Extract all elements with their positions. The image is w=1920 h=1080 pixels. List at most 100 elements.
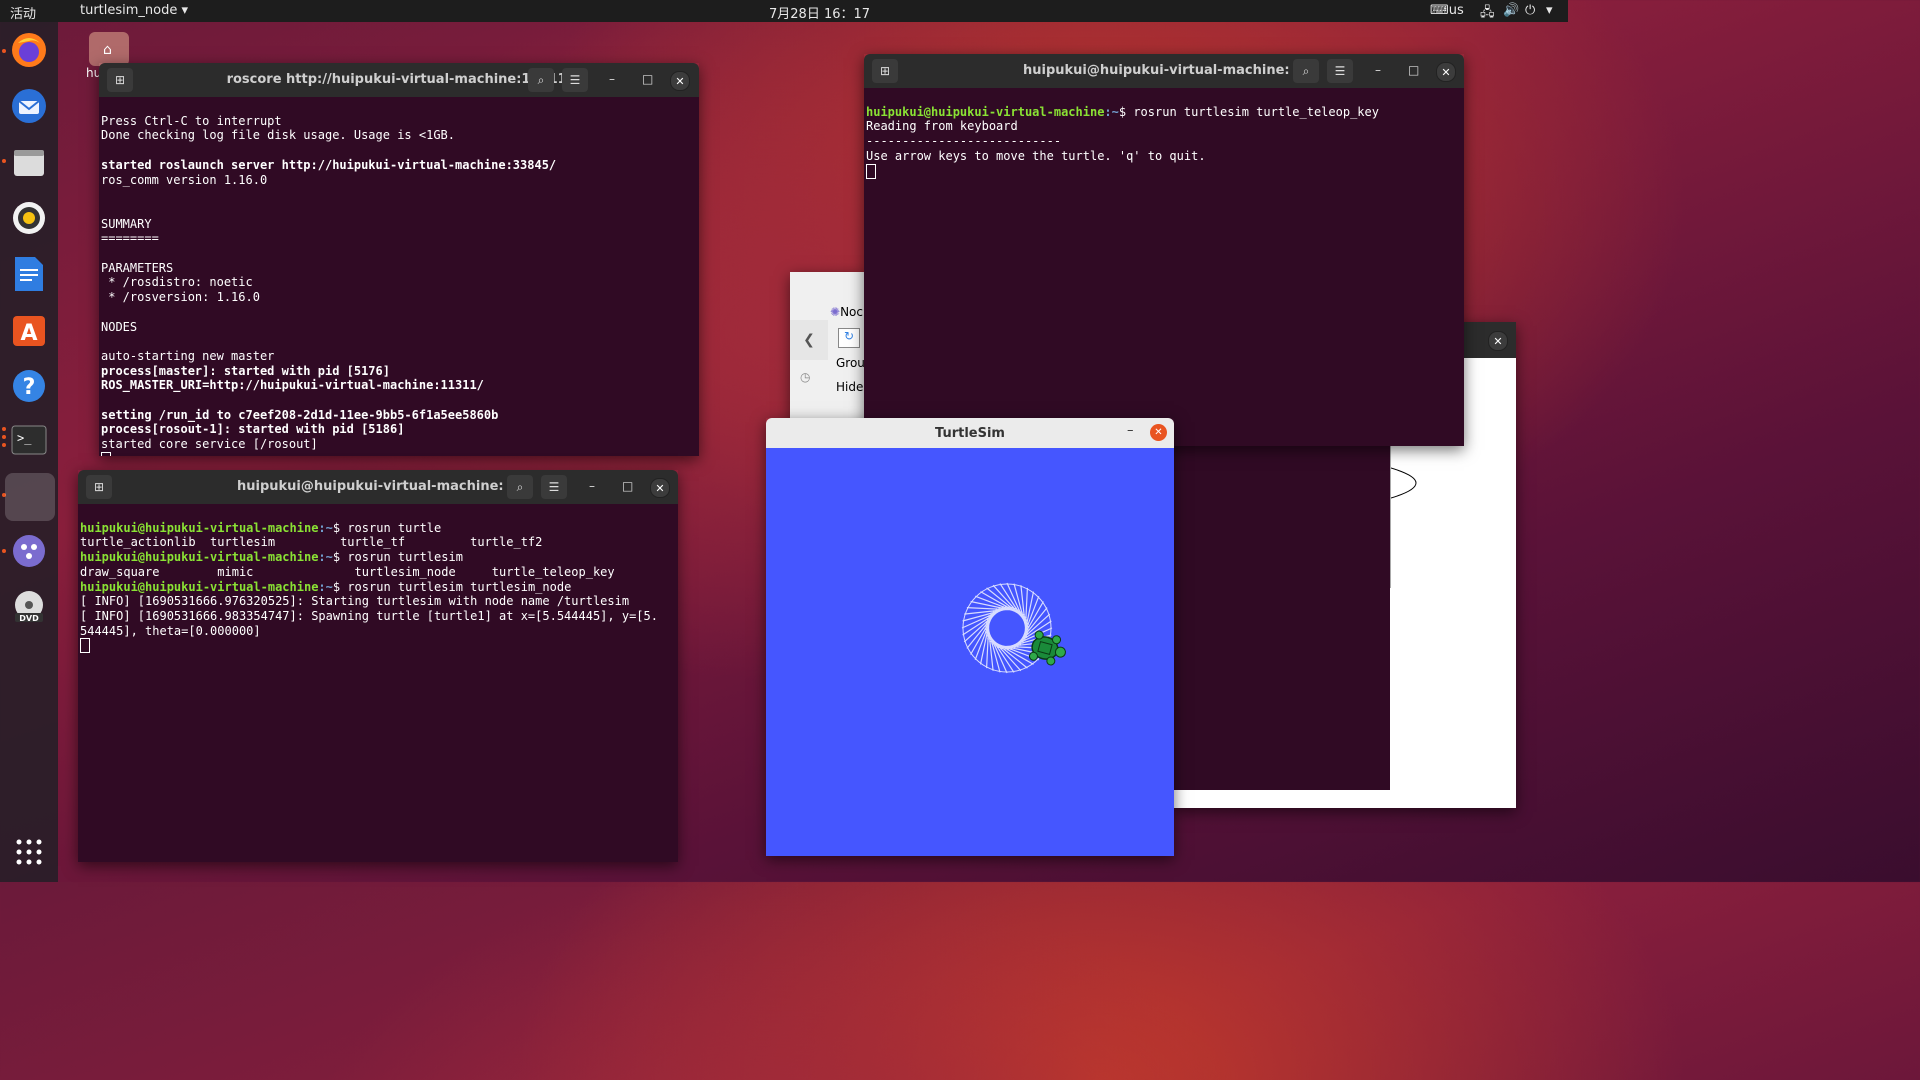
running-indicator	[2, 549, 6, 553]
output-line: [ INFO] [1690531666.976320525]: Starting…	[80, 594, 630, 609]
output-line: [ INFO] [1690531666.983354747]: Spawning…	[80, 608, 658, 623]
turtlesim-canvas	[766, 448, 1174, 856]
output-line: SUMMARY	[101, 216, 152, 231]
text-cursor	[866, 163, 876, 179]
output-line: ========	[101, 231, 159, 246]
software-center-icon[interactable]: A	[9, 310, 49, 350]
clock-icon: ◷	[800, 370, 811, 384]
turtlesim-terminal-window[interactable]: ⊞ huipukui@huipukui-virtual-machine: ~ ⌕…	[78, 470, 678, 862]
prompt-line: huipukui@huipukui-virtual-machine:~$ ros…	[866, 104, 1379, 119]
back-arrow-icon[interactable]: ❮	[790, 320, 828, 360]
output-line	[101, 451, 697, 456]
svg-text:DVD: DVD	[19, 614, 39, 623]
output-line: auto-starting new master	[101, 348, 275, 363]
maximize-icon[interactable]: □	[1408, 63, 1419, 77]
text-cursor	[101, 451, 111, 456]
minimize-icon[interactable]: –	[589, 479, 595, 493]
app-menu[interactable]: turtlesim_node ▾	[80, 3, 188, 18]
activities-button[interactable]: 活动	[10, 3, 36, 22]
system-menu-chevron-icon[interactable]: ▾	[1546, 3, 1553, 18]
output-line	[866, 163, 1462, 179]
titlebar: ⊞ huipukui@huipukui-virtual-machine: ~ ⌕…	[864, 54, 1464, 88]
turtle-trail-ring	[962, 583, 1052, 673]
terminal-output[interactable]: huipukui@huipukui-virtual-machine:~$ ros…	[78, 504, 678, 862]
menu-icon[interactable]: ☰	[562, 68, 588, 92]
minimize-icon[interactable]: –	[609, 72, 615, 86]
output-line: process[master]: started with pid [5176]	[101, 363, 390, 378]
firefox-icon[interactable]	[9, 30, 49, 70]
rhythmbox-icon[interactable]	[9, 198, 49, 238]
group-label: Grou	[836, 356, 865, 370]
search-icon[interactable]: ⌕	[528, 68, 554, 92]
keyboard-layout: us	[1448, 3, 1464, 18]
search-icon[interactable]: ⌕	[1293, 59, 1319, 83]
menu-icon[interactable]: ☰	[1327, 59, 1353, 83]
volume-icon[interactable]: 🔊	[1503, 3, 1519, 18]
output-line: draw_square mimic turtlesim_node turtle_…	[80, 564, 615, 579]
close-icon[interactable]: ✕	[650, 478, 670, 498]
output-line: PARAMETERS	[101, 260, 174, 275]
maximize-icon[interactable]: □	[622, 479, 633, 493]
output-line: Press Ctrl-C to interrupt	[101, 113, 282, 128]
output-line: Reading from keyboard	[866, 119, 1018, 134]
output-line: Done checking log file disk usage. Usage…	[101, 128, 456, 143]
terminal-output[interactable]: huipukui@huipukui-virtual-machine:~$ ros…	[864, 88, 1464, 446]
roscore-terminal-window[interactable]: ⊞ roscore http://huipukui-virtual-machin…	[99, 63, 699, 456]
search-icon[interactable]: ⌕	[507, 475, 533, 499]
close-icon[interactable]: ✕	[1150, 424, 1167, 441]
refresh-icon[interactable]: ↻	[838, 328, 860, 348]
ros-app-icon[interactable]	[9, 531, 49, 571]
dvd-icon[interactable]: DVD	[9, 587, 49, 627]
noc-label: ✺Noc	[830, 305, 863, 319]
show-applications-icon[interactable]	[9, 832, 49, 872]
thunderbird-icon[interactable]	[9, 86, 49, 126]
close-icon[interactable]: ✕	[670, 71, 690, 91]
top-bar: 活动 turtlesim_node ▾ 7月28日 16：17 ⌨us 🖧 🔊 …	[0, 0, 1568, 22]
teleop-terminal-window[interactable]: ⊞ huipukui@huipukui-virtual-machine: ~ ⌕…	[864, 54, 1464, 446]
app-menu-label: turtlesim_node	[80, 3, 178, 18]
turtlesim-window[interactable]: TurtleSim – ✕	[766, 418, 1174, 856]
home-folder-icon[interactable]: ⌂	[89, 32, 129, 66]
help-icon[interactable]: ?	[9, 366, 49, 406]
window-title: huipukui@huipukui-virtual-machine: ~	[236, 479, 520, 494]
close-icon[interactable]: ✕	[1436, 62, 1456, 82]
output-line: 544445], theta=[0.000000]	[80, 623, 261, 638]
window-title: huipukui@huipukui-virtual-machine: ~	[1022, 63, 1306, 78]
keyboard-icon: ⌨	[1430, 3, 1449, 18]
window-title: TurtleSim	[935, 426, 1005, 441]
running-indicator	[2, 435, 6, 439]
output-line: turtle_actionlib turtlesim turtle_tf tur…	[80, 535, 543, 550]
background-window-left[interactable]: ❮ ✺Noc ↻ Grou Hide ◷	[790, 272, 866, 422]
prompt-line: huipukui@huipukui-virtual-machine:~$ ros…	[80, 579, 572, 594]
network-icon[interactable]: 🖧	[1480, 3, 1495, 25]
output-line: Use arrow keys to move the turtle. 'q' t…	[866, 148, 1206, 163]
prompt-line: huipukui@huipukui-virtual-machine:~$ ros…	[80, 550, 463, 565]
power-icon[interactable]: ⏻	[1525, 3, 1535, 18]
output-line: started core service [/rosout]	[101, 437, 318, 452]
clock[interactable]: 7月28日 16：17	[769, 3, 870, 22]
running-indicator	[2, 443, 6, 447]
terminal-output[interactable]: Press Ctrl-C to interrupt Done checking l…	[99, 97, 699, 456]
turtle-drawing	[961, 582, 1066, 674]
house-icon: ⌂	[103, 42, 112, 58]
menu-icon[interactable]: ☰	[541, 475, 567, 499]
dock: A ? >_ DVD	[0, 22, 58, 882]
output-line: started roslaunch server http://huipukui…	[101, 157, 557, 172]
keyboard-indicator[interactable]: ⌨us	[1430, 3, 1464, 18]
writer-icon[interactable]	[9, 254, 49, 294]
terminal-icon[interactable]: >_	[9, 420, 49, 460]
files-icon[interactable]	[9, 142, 49, 182]
output-line: NODES	[101, 319, 138, 334]
running-indicator	[2, 159, 6, 163]
active-app-slot[interactable]	[5, 473, 55, 521]
output-line: ROS_MASTER_URI=http://huipukui-virtual-m…	[101, 378, 484, 393]
minimize-icon[interactable]: –	[1375, 63, 1381, 77]
minimize-icon[interactable]: –	[1127, 423, 1134, 438]
output-line: * /rosversion: 1.16.0	[101, 290, 260, 305]
close-icon[interactable]: ✕	[1488, 331, 1508, 351]
maximize-icon[interactable]: □	[642, 72, 653, 86]
